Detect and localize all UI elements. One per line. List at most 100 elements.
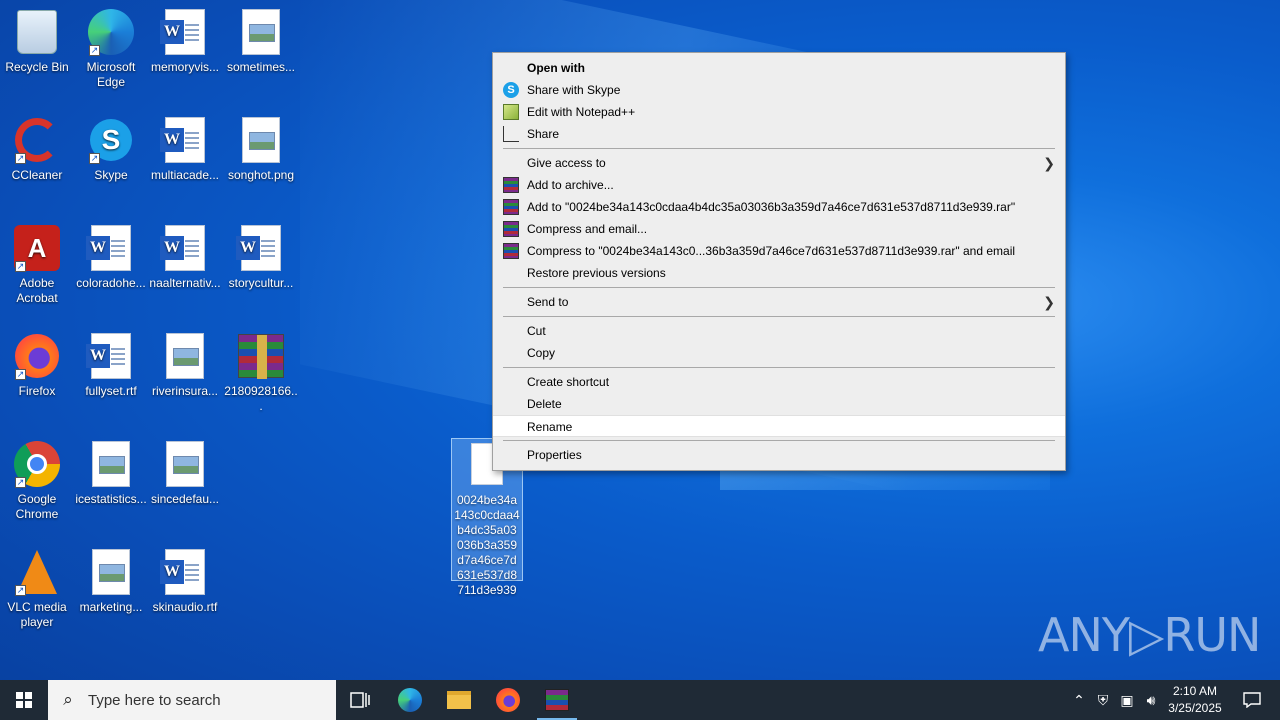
desktop-icon-skype[interactable]: S ↗ Skype: [74, 116, 148, 183]
taskbar-edge-button[interactable]: [386, 680, 434, 720]
image-file-icon: [92, 441, 130, 487]
menu-item-label: Send to: [527, 295, 569, 309]
desktop-icon-edge[interactable]: ↗ Microsoft Edge: [74, 8, 148, 90]
menu-item-label: Rename: [527, 420, 573, 434]
desktop-icon-label: coloradohe...: [76, 276, 146, 290]
desktop-icon-label: multiacade...: [150, 168, 220, 182]
winrar-icon: [503, 243, 519, 259]
shortcut-arrow-icon: ↗: [15, 261, 26, 272]
desktop-icon-acrobat[interactable]: A ↗ Adobe Acrobat: [0, 224, 74, 306]
taskbar-winrar-button[interactable]: [533, 680, 581, 720]
desktop-icon-firefox[interactable]: ↗ Firefox: [0, 332, 74, 399]
recycle-bin-icon: [17, 10, 57, 54]
winrar-archive-icon: [238, 334, 284, 379]
menu-separator: [503, 287, 1055, 288]
firefox-icon: [496, 688, 520, 712]
desktop-icon-file[interactable]: storycultur...: [224, 224, 298, 291]
desktop-icon-label: memoryvis...: [150, 60, 219, 74]
desktop-icon-chrome[interactable]: ↗ Google Chrome: [0, 440, 74, 522]
desktop-icon-label: Adobe Acrobat: [16, 276, 58, 305]
word-document-icon: [160, 117, 205, 163]
desktop-icon-label: songhot.png: [227, 168, 295, 182]
menu-item-cut[interactable]: Cut: [493, 320, 1065, 342]
desktop-icon-ccleaner[interactable]: ↗ CCleaner: [0, 116, 74, 183]
desktop-icon-file[interactable]: riverinsura...: [148, 332, 222, 399]
desktop-icon-file[interactable]: fullyset.rtf: [74, 332, 148, 399]
menu-item-label: Restore previous versions: [527, 266, 666, 280]
menu-item-share-skype[interactable]: S Share with Skype: [493, 79, 1065, 101]
tray-security-icon[interactable]: ⛨: [1092, 680, 1114, 720]
chevron-right-icon: ❯: [1043, 155, 1055, 171]
desktop-icon-file[interactable]: naalternativ...: [148, 224, 222, 291]
menu-item-open-with[interactable]: Open with: [493, 57, 1065, 79]
menu-item-add-to-rar[interactable]: Add to "0024be34a143c0cdaa4b4dc35a03036b…: [493, 196, 1065, 218]
desktop-icon-file[interactable]: memoryvis...: [148, 8, 222, 75]
menu-item-compress-email[interactable]: Compress and email...: [493, 218, 1065, 240]
desktop-icon-label: skinaudio.rtf: [152, 600, 218, 614]
desktop-icon-recycle-bin[interactable]: Recycle Bin: [0, 8, 74, 75]
clock-date: 3/25/2025: [1168, 701, 1222, 715]
word-document-icon: [160, 549, 205, 595]
menu-item-send-to[interactable]: Send to ❯: [493, 291, 1065, 313]
menu-separator: [503, 316, 1055, 317]
desktop-icon-file[interactable]: sometimes...: [224, 8, 298, 75]
task-view-button[interactable]: [336, 680, 384, 720]
desktop-icon-label: CCleaner: [11, 168, 63, 182]
shortcut-arrow-icon: ↗: [15, 153, 26, 164]
desktop-icon-label: Recycle Bin: [5, 60, 69, 74]
taskbar-file-explorer-button[interactable]: [435, 680, 483, 720]
desktop-icon-label: Firefox: [18, 384, 56, 398]
image-file-icon: [242, 117, 280, 163]
word-document-icon: [86, 333, 131, 379]
menu-item-add-archive[interactable]: Add to archive...: [493, 174, 1065, 196]
taskbar-firefox-button[interactable]: [484, 680, 532, 720]
menu-item-restore-versions[interactable]: Restore previous versions: [493, 262, 1065, 284]
menu-item-label: Add to archive...: [527, 178, 614, 192]
show-hidden-icons-button[interactable]: ⌃: [1068, 680, 1090, 720]
shortcut-arrow-icon: ↗: [89, 153, 100, 164]
taskbar: ⌕ ⌃ ⛨ ▣ 🔊︎ 2:10 AM 3/25/2025: [0, 680, 1280, 720]
image-file-icon: [242, 9, 280, 55]
search-input[interactable]: [88, 691, 318, 709]
winrar-icon: [545, 689, 569, 711]
menu-item-rename[interactable]: Rename: [493, 415, 1065, 437]
word-document-icon: [160, 9, 205, 55]
menu-item-give-access[interactable]: Give access to ❯: [493, 152, 1065, 174]
menu-item-label: Add to "0024be34a143c0cdaa4b4dc35a03036b…: [527, 200, 1016, 214]
anyrun-watermark: ANY▷RUN: [1038, 608, 1261, 662]
menu-item-compress-to-rar-email[interactable]: Compress to "0024be34a143c0...36b3a359d7…: [493, 240, 1065, 262]
menu-item-create-shortcut[interactable]: Create shortcut: [493, 371, 1065, 393]
desktop-icon-vlc[interactable]: ↗ VLC media player: [0, 548, 74, 630]
menu-item-label: Create shortcut: [527, 375, 610, 389]
desktop-icon-file[interactable]: 2180928166...: [224, 332, 298, 414]
taskbar-search-box[interactable]: ⌕: [48, 680, 336, 720]
action-center-button[interactable]: [1232, 680, 1272, 720]
desktop-icon-file[interactable]: skinaudio.rtf: [148, 548, 222, 615]
desktop-icon-file[interactable]: marketing...: [74, 548, 148, 615]
notification-icon: [1243, 692, 1261, 708]
menu-item-properties[interactable]: Properties: [493, 444, 1065, 466]
taskbar-clock[interactable]: 2:10 AM 3/25/2025: [1160, 683, 1230, 717]
menu-item-label: Open with: [527, 61, 585, 75]
desktop-icon-file[interactable]: coloradohe...: [74, 224, 148, 291]
desktop-icon-label: Microsoft Edge: [86, 60, 136, 89]
menu-item-label: Compress to "0024be34a143c0...36b3a359d7…: [527, 244, 1016, 258]
menu-item-delete[interactable]: Delete: [493, 393, 1065, 415]
menu-item-copy[interactable]: Copy: [493, 342, 1065, 364]
menu-separator: [503, 148, 1055, 149]
desktop-icon-file[interactable]: songhot.png: [224, 116, 298, 183]
edge-icon: [398, 688, 422, 712]
winrar-icon: [503, 221, 519, 237]
start-button[interactable]: [0, 680, 48, 720]
tray-volume-icon[interactable]: 🔊︎: [1140, 680, 1162, 720]
menu-item-label: Copy: [527, 346, 556, 360]
desktop-icon-label: Skype: [94, 168, 128, 182]
desktop-icon-file[interactable]: multiacade...: [148, 116, 222, 183]
desktop-icon-file[interactable]: icestatistics...: [74, 440, 148, 507]
menu-item-edit-notepad[interactable]: Edit with Notepad++: [493, 101, 1065, 123]
tray-network-icon[interactable]: ▣: [1116, 680, 1138, 720]
clock-time: 2:10 AM: [1172, 684, 1218, 698]
menu-item-share[interactable]: Share: [493, 123, 1065, 145]
menu-item-label: Edit with Notepad++: [527, 105, 636, 119]
desktop-icon-file[interactable]: sincedefau...: [148, 440, 222, 507]
